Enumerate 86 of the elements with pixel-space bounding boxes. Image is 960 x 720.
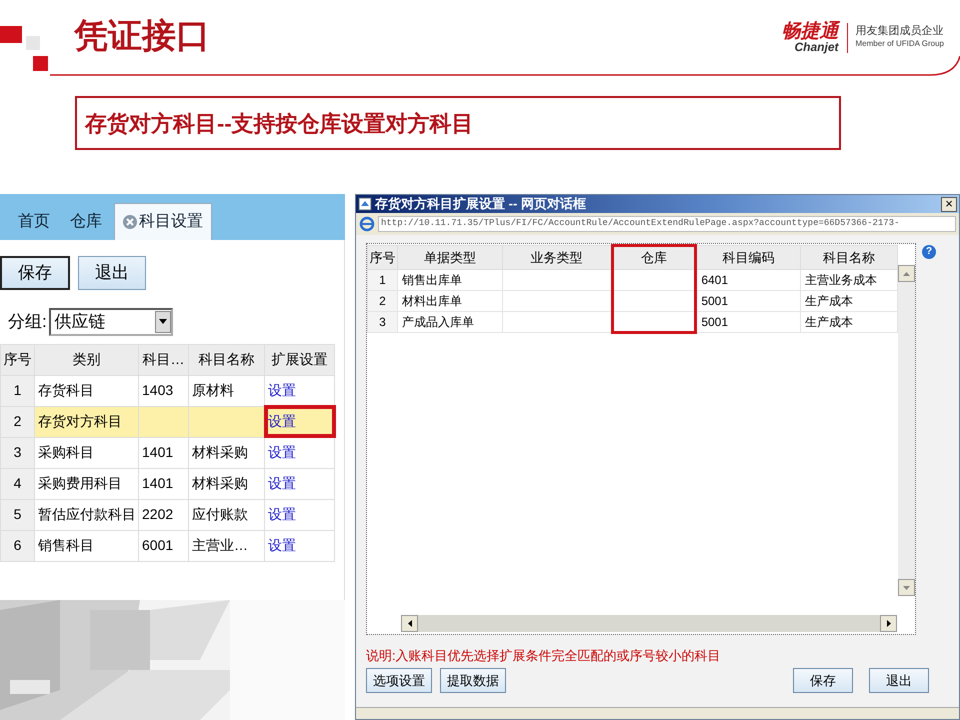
- column-header: 类别: [34, 344, 138, 375]
- scroll-right-button[interactable]: [880, 615, 897, 632]
- scroll-left-button[interactable]: [401, 615, 418, 632]
- down-arrow-icon: [903, 586, 910, 590]
- table-cell: 5001: [701, 314, 728, 328]
- up-arrow-icon: [903, 272, 910, 276]
- dialog-button[interactable]: 选项设置: [366, 668, 432, 694]
- logo-subtext: Chanjet: [794, 41, 839, 53]
- vertical-scrollbar[interactable]: [898, 265, 915, 596]
- table-cell: 存货科目: [38, 382, 94, 398]
- row-number: 1: [14, 382, 22, 398]
- column-header: 序号: [368, 246, 398, 269]
- row-number: 3: [14, 444, 22, 460]
- slide-title: 凭证接口: [74, 18, 210, 56]
- browser-icon: [359, 216, 375, 232]
- table-row[interactable]: 2 存货对方科目 设置: [0, 406, 334, 437]
- dialog-button[interactable]: 保存: [793, 668, 853, 694]
- save-button[interactable]: 保存: [0, 256, 70, 290]
- exit-button[interactable]: 退出: [78, 256, 146, 290]
- table-cell: 1401: [142, 444, 174, 460]
- tagline-english: Member of UFIDA Group: [856, 38, 944, 50]
- table-row[interactable]: 6 销售科目 6001 主营业… 设置: [0, 530, 334, 561]
- tab[interactable]: 仓库: [62, 204, 110, 240]
- table-cell: 原材料: [192, 382, 234, 398]
- group-label: 分组:: [8, 310, 47, 333]
- table-cell: 6001: [142, 537, 174, 553]
- table-cell: 1401: [142, 475, 174, 491]
- table-cell: 6401: [701, 272, 728, 286]
- address-field[interactable]: http://10.11.71.35/TPlus/FI/FC/AccountRule/AccountExtendRulePage.aspx?accounttype=66D57366-2173-: [378, 216, 956, 232]
- table-row[interactable]: 1 存货科目 1403 原材料 设置: [0, 375, 334, 406]
- close-button[interactable]: ×: [941, 196, 957, 212]
- table-cell: 应付账款: [192, 506, 248, 522]
- column-header: 业务类型: [502, 246, 612, 269]
- page-icon: [358, 197, 372, 211]
- table-cell: 产成品入库单: [402, 314, 474, 328]
- table-cell: 销售出库单: [402, 272, 462, 286]
- row-number: 2: [14, 413, 22, 429]
- dialog-button[interactable]: 提取数据: [440, 668, 506, 694]
- table-cell: 销售科目: [38, 537, 94, 553]
- horizontal-scrollbar[interactable]: [401, 615, 897, 632]
- help-icon[interactable]: ?: [922, 245, 936, 259]
- table-row[interactable]: 5 暂估应付款科目 2202 应付账款 设置: [0, 499, 334, 530]
- table-cell: 5001: [701, 294, 728, 308]
- note-text: 说明:入账科目优先选择扩展条件完全匹配的或序号较小的科目: [366, 649, 722, 664]
- scroll-down-button[interactable]: [898, 579, 915, 596]
- tagline: 用友集团成员企业: [856, 24, 944, 38]
- table-cell: 2202: [142, 506, 174, 522]
- table-cell: 材料出库单: [402, 294, 462, 308]
- table-cell: 生产成本: [805, 314, 854, 328]
- column-header: 科目名称: [800, 246, 898, 269]
- close-tab-icon[interactable]: [123, 215, 137, 229]
- scroll-up-button[interactable]: [898, 265, 915, 282]
- row-number: 2: [379, 294, 386, 308]
- column-header: 仓库: [612, 246, 696, 269]
- tab[interactable]: 首页: [10, 204, 58, 240]
- right-arrow-icon: [886, 620, 890, 627]
- table-cell: 主营业…: [192, 537, 248, 553]
- dialog-button[interactable]: 退出: [869, 668, 929, 694]
- table-row[interactable]: 4 采购费用科目 1401 材料采购 设置: [0, 468, 334, 499]
- table-cell: 主营业务成本: [805, 272, 878, 286]
- dialog-title: 存货对方科目扩展设置 -- 网页对话框: [375, 195, 586, 214]
- logo-text: 畅捷通: [782, 22, 839, 41]
- table-cell: 生产成本: [805, 294, 854, 308]
- table-cell: 采购科目: [38, 444, 94, 460]
- table-row[interactable]: 3 采购科目 1401 材料采购 设置: [0, 437, 334, 468]
- column-header: 科目编码: [696, 246, 801, 269]
- row-number: 1: [379, 272, 386, 286]
- table-cell: 采购费用科目: [38, 475, 122, 491]
- column-header: 科目…: [138, 344, 188, 375]
- table-cell: 1403: [142, 382, 174, 398]
- subtitle-box: 存货对方科目--支持按仓库设置对方科目: [75, 96, 841, 150]
- tab[interactable]: 科目设置: [114, 203, 212, 240]
- column-header: 序号: [0, 344, 34, 375]
- column-header: 单据类型: [397, 246, 502, 269]
- left-arrow-icon: [408, 620, 412, 627]
- row-number: 3: [379, 314, 386, 328]
- row-number: 6: [14, 537, 22, 553]
- group-select[interactable]: 供应链: [48, 308, 173, 336]
- table-cell: 存货对方科目: [38, 413, 122, 429]
- table-cell: 材料采购: [192, 475, 248, 491]
- table-cell: 暂估应付款科目: [38, 506, 136, 522]
- row-number: 5: [14, 506, 22, 522]
- column-header: 扩展设置: [264, 344, 334, 375]
- column-header: 科目名称: [188, 344, 264, 375]
- table-cell: 材料采购: [192, 444, 248, 460]
- row-number: 4: [14, 475, 22, 491]
